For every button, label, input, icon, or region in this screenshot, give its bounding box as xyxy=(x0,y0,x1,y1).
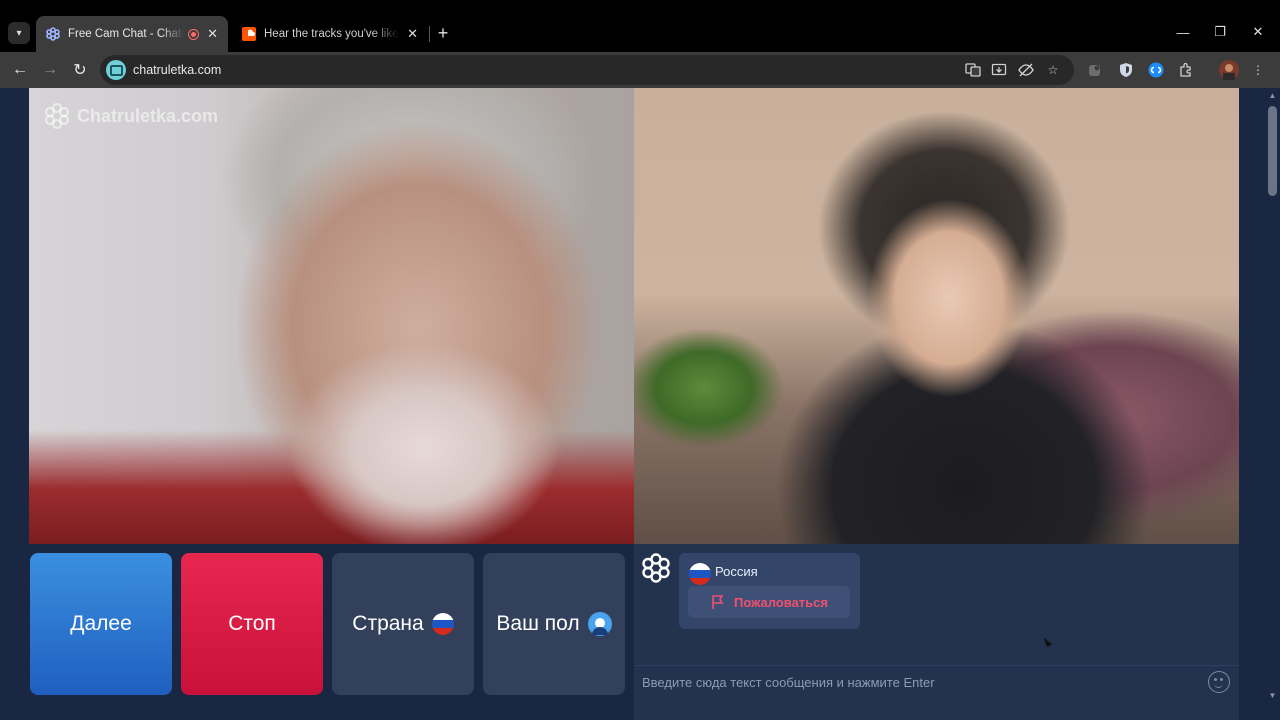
partner-info-card: Россия Пожаловаться xyxy=(679,553,860,629)
tab-title: Hear the tracks you've liked: on SoundCl… xyxy=(264,28,399,40)
chatruletka-watermark: Chatruletka.com xyxy=(43,102,218,130)
close-window-button[interactable]: ✕ xyxy=(1246,20,1270,44)
partner-country: Россия xyxy=(715,564,758,579)
report-button-label: Пожаловаться xyxy=(734,594,828,610)
report-button[interactable]: Пожаловаться xyxy=(688,586,850,618)
stop-button[interactable]: Стоп xyxy=(181,553,323,695)
chatruletka-chat-logo-icon xyxy=(642,553,670,583)
browser-menu-icon[interactable]: ⋮ xyxy=(1248,60,1268,80)
scrollbar-thumb[interactable] xyxy=(1268,106,1277,196)
chat-panel: Россия Пожаловаться xyxy=(634,544,1239,720)
address-bar[interactable]: chatruletka.com ☆ xyxy=(100,55,1074,85)
scroll-down-arrow-icon[interactable]: ▼ xyxy=(1268,692,1277,700)
close-tab-icon[interactable]: ✕ xyxy=(207,26,218,42)
gender-avatar-icon xyxy=(587,612,612,636)
profile-avatar[interactable] xyxy=(1219,60,1239,80)
stop-button-label: Стоп xyxy=(228,612,276,635)
close-tab-icon[interactable]: ✕ xyxy=(407,26,418,42)
chatruletka-logo-icon xyxy=(44,102,70,130)
shield-extension-icon[interactable] xyxy=(1116,60,1136,80)
tracking-protection-eye-icon[interactable] xyxy=(1016,60,1036,80)
extension-puzzle-grey-icon[interactable] xyxy=(1085,60,1105,80)
tab-chatruletka[interactable]: Free Cam Chat - Chatruletka ✕ xyxy=(36,16,228,52)
back-arrow-icon[interactable]: ← xyxy=(8,58,32,82)
next-button[interactable]: Далее xyxy=(30,553,172,695)
tab-soundcloud[interactable]: Hear the tracks you've liked: on SoundCl… xyxy=(232,16,428,52)
country-button[interactable]: Страна xyxy=(332,553,474,695)
message-input-bar xyxy=(634,665,1239,697)
partner-video: Chatruletka.com xyxy=(29,88,634,544)
gender-button[interactable]: Ваш пол xyxy=(483,553,625,695)
url-text[interactable]: chatruletka.com xyxy=(133,63,221,77)
recording-indicator-icon xyxy=(188,28,200,40)
tab-title: Free Cam Chat - Chatruletka xyxy=(68,28,185,40)
gender-button-label: Ваш пол xyxy=(496,612,580,635)
browser-toolbar: ← → ↻ chatruletka.com ☆ ⋮ xyxy=(0,52,1280,88)
russia-flag-icon xyxy=(689,563,711,585)
country-button-label: Страна xyxy=(352,612,424,635)
soundcloud-favicon-icon xyxy=(242,27,256,41)
install-app-icon[interactable] xyxy=(989,60,1009,80)
scroll-up-arrow-icon[interactable]: ▲ xyxy=(1268,92,1277,100)
reload-icon[interactable]: ↻ xyxy=(68,58,92,82)
tab-search-button[interactable]: ▾ xyxy=(8,22,30,44)
site-info-icon[interactable] xyxy=(106,60,126,80)
message-input[interactable] xyxy=(642,672,1202,692)
translate-icon[interactable] xyxy=(963,60,983,80)
forward-arrow-icon[interactable]: → xyxy=(38,58,62,82)
watermark-text: Chatruletka.com xyxy=(77,105,219,126)
chatruletka-page: Chatruletka.com Далее Стоп Страна Ваш по… xyxy=(0,88,1280,720)
extensions-puzzle-icon[interactable] xyxy=(1176,60,1196,80)
tab-strip: ▾ Free Cam Chat - Chatruletka ✕ Hear the… xyxy=(0,0,1280,52)
bookmark-star-icon[interactable]: ☆ xyxy=(1043,60,1063,80)
shazam-extension-icon[interactable] xyxy=(1146,60,1166,80)
chatruletka-favicon-icon xyxy=(46,27,60,41)
emoji-icon[interactable] xyxy=(1208,671,1230,693)
tab-divider xyxy=(429,26,430,42)
next-button-label: Далее xyxy=(70,612,132,635)
flag-icon xyxy=(712,595,724,609)
minimize-button[interactable]: — xyxy=(1171,20,1195,44)
page-scrollbar[interactable]: ▲ ▼ xyxy=(1265,88,1280,720)
self-video xyxy=(634,88,1239,544)
new-tab-button[interactable]: + xyxy=(434,22,452,44)
restore-button[interactable]: ❐ xyxy=(1208,20,1232,44)
russia-flag-icon xyxy=(431,613,454,635)
